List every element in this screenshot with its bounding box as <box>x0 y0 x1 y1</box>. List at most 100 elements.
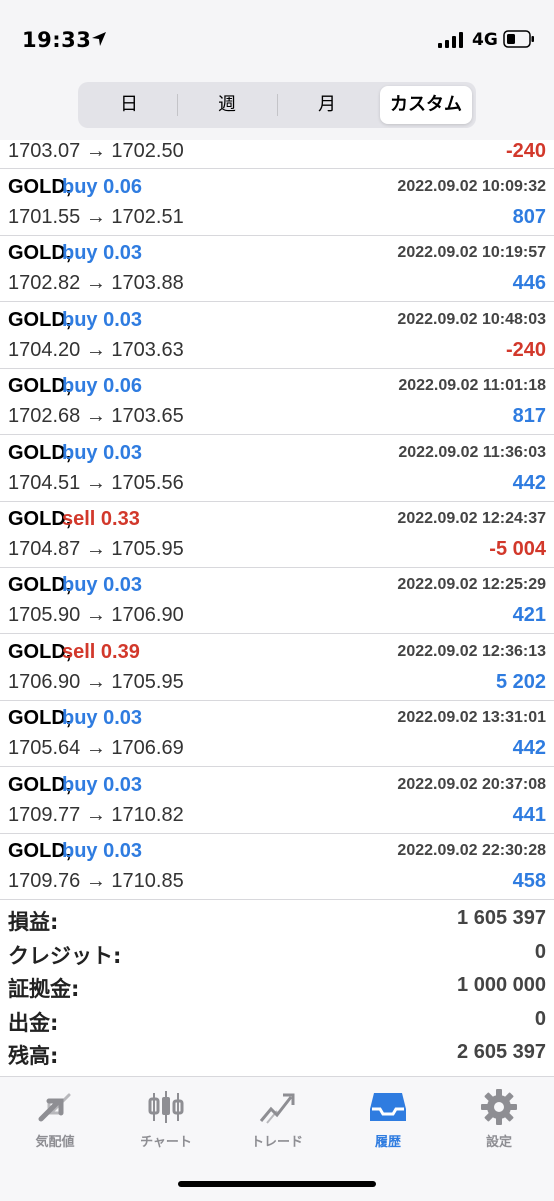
trade-side-volume: sell 0.39 <box>62 640 140 663</box>
trade-side-volume: buy 0.03 <box>62 707 143 730</box>
tab-label: 履歴 <box>374 1135 401 1150</box>
trade-profit: 442 <box>512 471 546 494</box>
network-type: 4G <box>472 30 498 50</box>
tab-history[interactable]: 履歴 <box>333 1087 443 1157</box>
trade-date: 2022.09.02 12:25:29 <box>397 576 546 594</box>
trade-row[interactable]: GOLD, sell 0.33 2022.09.02 12:24:37 1704.87… <box>0 501 554 568</box>
summary-label: クレジット: <box>8 943 122 968</box>
trade-row[interactable]: GOLD, buy 0.03 2022.09.02 10:19:57 1702.82 … <box>0 235 554 303</box>
summary-value: 0 <box>534 1007 546 1030</box>
list-item[interactable]: 1703.07 → 1702.50 -240 <box>0 140 554 169</box>
trade-price: 1703.07 → 1702.50 <box>8 140 184 162</box>
trade-date: 2022.09.02 22:30:28 <box>397 842 546 859</box>
tab-label: トレード <box>250 1135 303 1150</box>
trade-profit: 817 <box>512 405 546 428</box>
trade-row[interactable]: GOLD, buy 0.06 2022.09.02 10:09:32 1701.55 … <box>0 169 554 236</box>
summary-row: 損益: 1 605 397 <box>0 902 554 936</box>
trade-side-volume: buy 0.03 <box>62 242 143 265</box>
trade-date: 2022.09.02 12:24:37 <box>397 510 546 527</box>
summary-value: 1 000 000 <box>457 974 546 997</box>
trade-price: 1701.55 → 1702.51 <box>8 206 184 228</box>
summary-label: 出金: <box>8 1010 59 1035</box>
trade-row[interactable]: GOLD, buy 0.03 2022.09.02 22:30:28 1709.76 … <box>0 833 554 900</box>
trade-price: 1706.90 → 1705.95 <box>8 670 184 693</box>
trade-price: 1704.87 → 1705.95 <box>8 538 184 560</box>
segment-month[interactable]: 月 <box>278 86 376 124</box>
trade-icon <box>259 1093 295 1124</box>
trade-side-volume: buy 0.03 <box>62 308 143 331</box>
quotes-icon <box>38 1093 71 1122</box>
bottom-tab-bar: 気配値 チャート トレード 履歴 設定 <box>0 1076 554 1201</box>
trade-date: 2022.09.02 11:01:18 <box>398 377 546 395</box>
status-time: 19:33 <box>22 28 92 52</box>
trade-date: 2022.09.02 20:37:08 <box>397 775 546 793</box>
trade-side-volume: buy 0.03 <box>62 773 143 796</box>
location-arrow-icon <box>92 32 106 46</box>
trade-price: 1705.90 → 1706.90 <box>8 604 184 627</box>
trade-row[interactable]: GOLD, buy 0.03 2022.09.02 13:31:01 1705.64 … <box>0 700 554 768</box>
trade-date: 2022.09.02 10:48:03 <box>397 310 546 328</box>
cellular-signal-icon <box>438 32 463 48</box>
tab-chart[interactable]: チャート <box>111 1087 221 1157</box>
trade-date: 2022.09.02 11:36:03 <box>398 443 546 461</box>
trade-row[interactable]: GOLD, buy 0.03 2022.09.02 11:36:03 1704.51 … <box>0 435 554 502</box>
trade-profit: 421 <box>512 604 546 627</box>
summary-label: 損益: <box>8 910 59 934</box>
summary-label: 残高: <box>8 1044 59 1069</box>
tab-trade[interactable]: トレード <box>222 1087 332 1157</box>
trade-profit: -5 004 <box>489 538 546 560</box>
trade-row[interactable]: GOLD, sell 0.39 2022.09.02 12:36:13 1706.90… <box>0 634 554 701</box>
home-indicator <box>178 1181 376 1187</box>
trade-side-volume: buy 0.03 <box>62 840 143 862</box>
summary-row: 証拠金: 1 000 000 <box>0 969 554 1003</box>
trade-profit: -240 <box>505 140 546 162</box>
summary-row: 出金: 0 <box>0 1003 554 1037</box>
trade-profit: -240 <box>505 338 546 361</box>
trade-row[interactable]: GOLD, buy 0.03 2022.09.02 20:37:08 1709.77 … <box>0 767 554 834</box>
summary-row: 残高: 2 605 397 <box>0 1036 554 1070</box>
segment-custom[interactable]: カスタム <box>380 86 472 124</box>
account-summary: 損益: 1 605 397 クレジット: 0 証拠金: 1 000 000 出金: 0 残高: 2… <box>0 902 554 1072</box>
summary-value: 0 <box>534 940 546 963</box>
trade-row[interactable]: GOLD, buy 0.06 2022.09.02 11:01:18 1702.68 … <box>0 368 554 436</box>
battery-icon <box>503 30 534 48</box>
history-icon <box>370 1093 406 1121</box>
status-bar: 19:33 4G <box>0 0 554 72</box>
tab-settings[interactable]: 設定 <box>444 1087 554 1157</box>
trade-date: 2022.09.02 12:36:13 <box>397 642 546 660</box>
trade-side-volume: buy 0.06 <box>62 375 143 398</box>
tab-quotes[interactable]: 気配値 <box>0 1087 110 1157</box>
chart-icon <box>148 1091 184 1123</box>
trade-history-list: 1703.07 → 1702.50 -240 GOLD, buy 0.06 2022… <box>0 140 554 900</box>
summary-value: 1 605 397 <box>457 907 546 929</box>
trade-profit: 807 <box>512 206 546 228</box>
segment-day[interactable]: 日 <box>82 86 176 124</box>
trade-profit: 442 <box>512 737 546 760</box>
trade-price: 1704.51 → 1705.56 <box>8 471 184 494</box>
trade-price: 1702.68 → 1703.65 <box>8 405 184 428</box>
trade-side-volume: buy 0.03 <box>62 574 143 597</box>
trade-price: 1704.20 → 1703.63 <box>8 338 184 361</box>
trade-row[interactable]: GOLD, buy 0.03 2022.09.02 10:48:03 1704.20 … <box>0 302 554 369</box>
trade-side-volume: buy 0.06 <box>62 176 143 198</box>
gear-icon <box>481 1089 517 1125</box>
trade-profit: 441 <box>512 803 546 826</box>
trade-date: 2022.09.02 10:19:57 <box>397 244 546 262</box>
trade-price: 1702.82 → 1703.88 <box>8 272 184 295</box>
tab-label: 設定 <box>485 1135 512 1150</box>
summary-label: 証拠金: <box>8 977 80 1002</box>
trade-date: 2022.09.02 10:09:32 <box>397 178 546 195</box>
trade-price: 1709.77 → 1710.82 <box>8 803 184 826</box>
trade-price: 1709.76 → 1710.85 <box>8 870 184 892</box>
tab-label: 気配値 <box>35 1135 75 1150</box>
trade-price: 1705.64 → 1706.69 <box>8 737 184 760</box>
trade-side-volume: buy 0.03 <box>62 441 143 464</box>
trade-profit: 5 202 <box>495 670 546 693</box>
tab-label: チャート <box>140 1135 192 1150</box>
summary-row: クレジット: 0 <box>0 936 554 970</box>
segment-week[interactable]: 週 <box>178 86 276 124</box>
period-segmented-control: 日 週 月 カスタム <box>78 82 476 128</box>
header-area: 19:33 4G 日 週 月 カスタム <box>0 0 554 140</box>
trade-profit: 446 <box>512 272 546 295</box>
trade-row[interactable]: GOLD, buy 0.03 2022.09.02 12:25:29 1705.90 … <box>0 567 554 635</box>
